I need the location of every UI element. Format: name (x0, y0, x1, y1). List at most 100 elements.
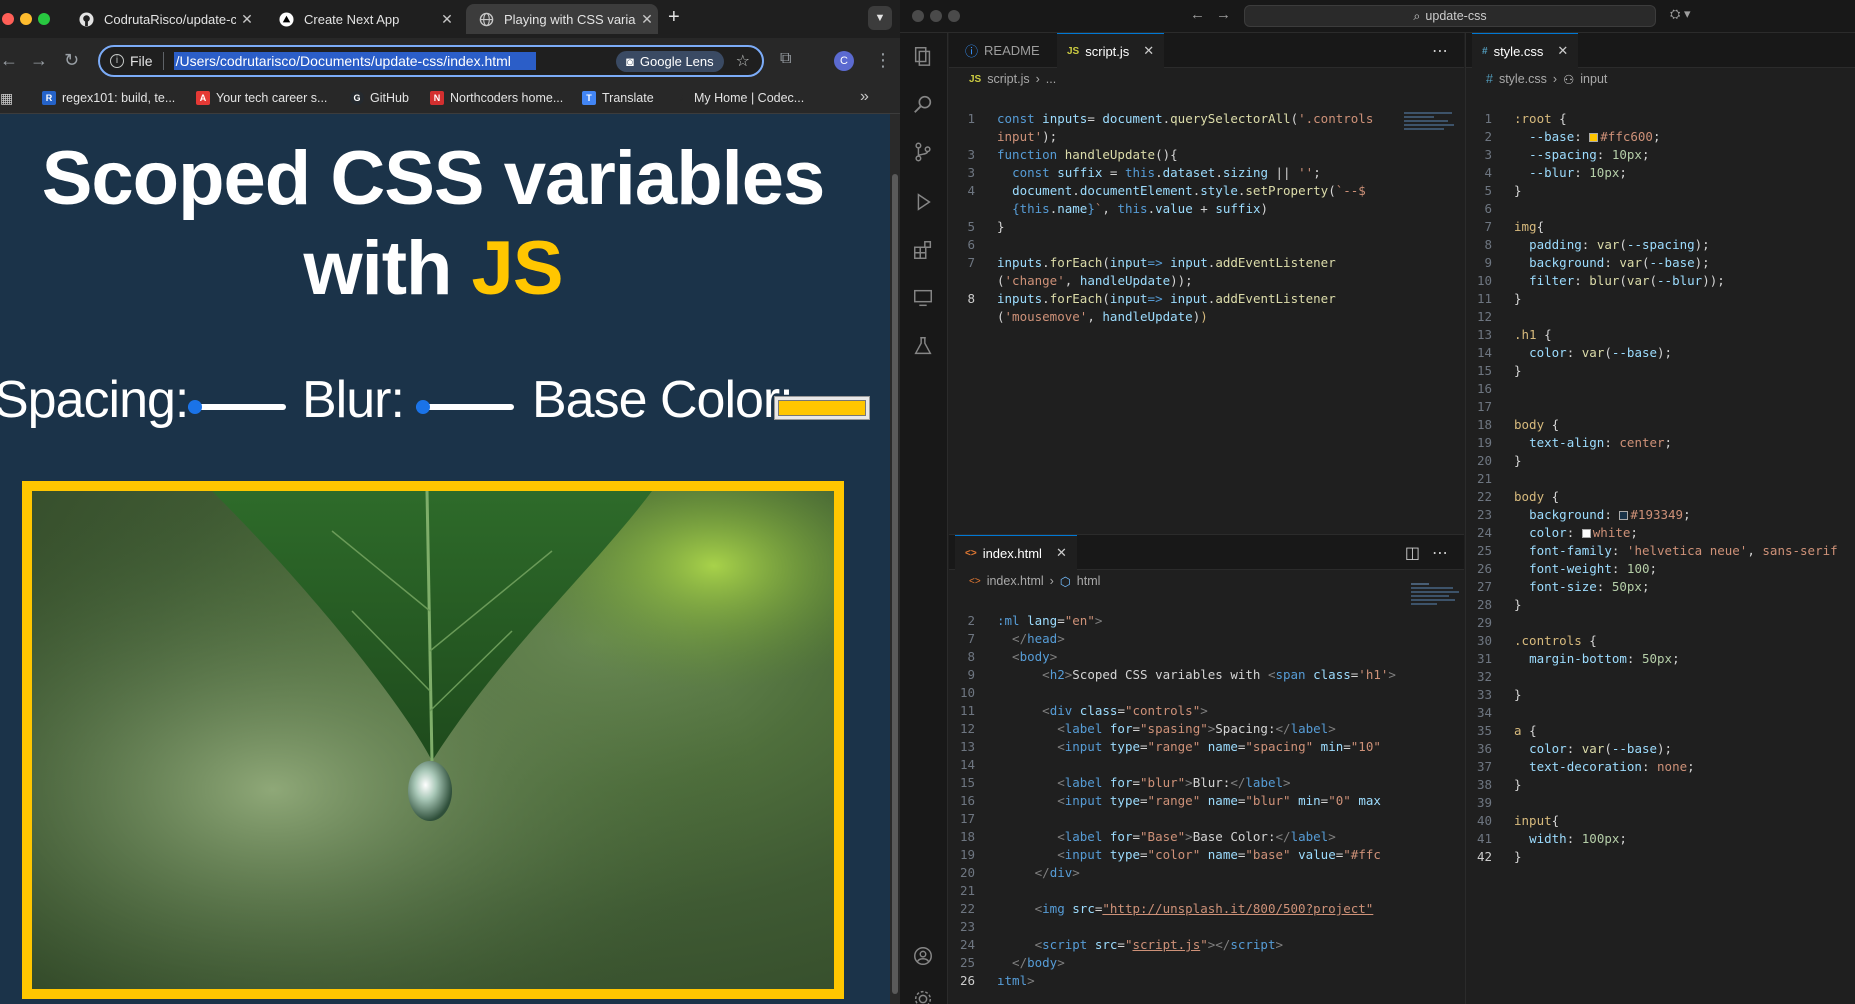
bookmark-item[interactable]: G GitHub (350, 91, 409, 105)
breadcrumb-file[interactable]: style.css (1499, 72, 1547, 86)
minimap[interactable] (1404, 110, 1459, 150)
bookmark-item[interactable]: T Translate (582, 91, 654, 105)
bookmark-label: GitHub (370, 91, 409, 105)
bookmark-item[interactable]: M My Home | Codec... (674, 91, 804, 105)
tab-script-js[interactable]: JS script.js ✕ (1057, 33, 1165, 68)
more-actions-icon[interactable]: ⋯ (1432, 543, 1448, 563)
tab-style-css[interactable]: # style.css ✕ (1472, 33, 1579, 68)
code-line: 5} (949, 218, 1464, 236)
explorer-icon[interactable] (912, 45, 936, 69)
account-icon[interactable] (912, 945, 936, 969)
close-tab-icon[interactable]: ✕ (1557, 43, 1568, 59)
scrollbar-thumb[interactable] (892, 174, 898, 994)
close-tab-icon[interactable]: ✕ (236, 11, 258, 28)
browser-tab-next[interactable]: Create Next App ✕ (266, 4, 458, 34)
vscode-minimize-dot[interactable] (930, 10, 942, 22)
code-editor[interactable]: 2:ml lang="en"> 7 </head> 8 <body> 9 <h2>Sc… (949, 594, 1400, 1004)
bookmark-item[interactable]: R regex101: build, te... (42, 91, 175, 105)
code-line: ('mousemove', handleUpdate)) (997, 309, 1208, 324)
bookmark-item[interactable]: A Your tech career s... (196, 91, 327, 105)
vscode-close-dot[interactable] (912, 10, 924, 22)
bookmarks-bar: ▦ R regex101: build, te... A Your tech c… (0, 84, 900, 114)
vscode-maximize-dot[interactable] (948, 10, 960, 22)
close-tab-icon[interactable]: ✕ (436, 11, 458, 28)
url-scheme: File (130, 53, 153, 69)
breadcrumb-file[interactable]: index.html (987, 574, 1044, 588)
source-control-icon[interactable] (912, 141, 936, 165)
extensions-icon[interactable]: ⧉ (780, 50, 791, 68)
bookmark-label: regex101: build, te... (62, 91, 176, 105)
breadcrumb: # style.css › ⚇ input (1466, 68, 1855, 90)
extensions-icon[interactable] (912, 239, 936, 263)
maximize-window-button[interactable] (38, 13, 50, 25)
manage-gear-icon[interactable] (912, 988, 936, 1004)
google-lens-button[interactable]: ◙ Google Lens (616, 50, 724, 72)
profile-avatar[interactable]: C (834, 51, 854, 71)
command-center-search[interactable]: ⌕ update-css (1244, 5, 1656, 27)
copilot-icon[interactable]: ⛭ ▾ (1670, 6, 1691, 22)
apps-grid-icon[interactable]: ▦ (0, 90, 13, 107)
tab-title: Playing with CSS variables an (504, 11, 636, 27)
forward-arrow-icon[interactable]: → (30, 50, 48, 71)
line-number: 6 (967, 237, 975, 252)
tab-title: Create Next App (304, 11, 400, 27)
info-icon[interactable]: i (110, 54, 124, 68)
code-editor[interactable]: 1:root {2 --base: #ffc600; 3 --spacing: 1… (1466, 92, 1855, 902)
more-actions-icon[interactable]: ⋯ (1432, 41, 1448, 61)
bookmark-favicon: R (42, 91, 56, 105)
controls: Spacing: Blur: Base Color: (0, 370, 874, 440)
code-editor[interactable]: 1 const inputs= document.querySelectorAll… (949, 92, 1464, 362)
bookmark-item[interactable]: N Northcoders home... (430, 91, 563, 105)
back-arrow-icon[interactable]: ← (1190, 6, 1205, 23)
reload-icon[interactable]: ↻ (64, 50, 79, 71)
selector-icon: ⚇ (1563, 72, 1575, 87)
chevron-down-icon: ▼ (874, 12, 886, 24)
testing-flask-icon[interactable] (912, 335, 936, 359)
remote-explorer-icon[interactable] (912, 287, 936, 311)
browser-tab-active[interactable]: Playing with CSS variables an ✕ (466, 4, 658, 34)
blur-slider[interactable] (416, 400, 514, 414)
chevron-right-icon: › (1035, 72, 1040, 86)
back-arrow-icon[interactable]: ← (0, 50, 18, 71)
minimap[interactable] (1411, 581, 1464, 621)
line-number: 3 (967, 147, 975, 162)
forward-arrow-icon[interactable]: → (1216, 6, 1231, 23)
base-color-picker[interactable] (774, 396, 870, 420)
spacing-slider[interactable] (188, 400, 286, 414)
close-tab-icon[interactable]: ✕ (1143, 43, 1154, 59)
breadcrumb-selector[interactable]: input (1580, 72, 1607, 86)
search-icon[interactable] (912, 93, 936, 117)
breadcrumb-file[interactable]: script.js (987, 72, 1029, 86)
line-number: 7 (967, 255, 975, 270)
html-file-icon: <> (965, 547, 977, 559)
page-scrollbar[interactable] (890, 114, 900, 1004)
slider-thumb[interactable] (188, 400, 202, 414)
close-window-button[interactable] (2, 13, 14, 25)
lens-label: Google Lens (639, 53, 714, 69)
run-debug-icon[interactable] (912, 191, 936, 215)
slider-thumb[interactable] (416, 400, 430, 414)
tab-index-html[interactable]: <> index.html ✕ (955, 535, 1077, 570)
menu-kebab-icon[interactable]: ⋮ (874, 50, 892, 71)
address-bar[interactable]: i File /Users/codrutarisco/Documents/upd… (98, 45, 764, 77)
base-color-label: Base Color: (532, 371, 794, 429)
breadcrumb: <> index.html › ⬡ html (949, 570, 1464, 592)
editor-tabs: ⓘ README JS script.js ✕ ⋯ (949, 33, 1464, 68)
omnibox-divider (162, 52, 164, 70)
close-tab-icon[interactable]: ✕ (636, 11, 658, 28)
tab-label: style.css (1493, 43, 1544, 59)
close-tab-icon[interactable]: ✕ (1056, 545, 1067, 561)
minimize-window-button[interactable] (20, 13, 32, 25)
image-frame (22, 481, 844, 999)
browser-tab-github[interactable]: CodrutaRisco/update-css ✕ (66, 4, 258, 34)
bookmark-star-icon[interactable]: ☆ (736, 51, 750, 71)
tab-readme[interactable]: ⓘ README (955, 33, 1050, 68)
split-editor-icon[interactable]: ◫ (1405, 543, 1420, 563)
breadcrumb-more[interactable]: ... (1046, 72, 1056, 86)
url-text[interactable]: /Users/codrutarisco/Documents/update-css… (173, 52, 537, 70)
breadcrumb-element[interactable]: html (1077, 574, 1101, 588)
line-number: 3 (967, 165, 975, 180)
tab-search-button[interactable]: ▼ (868, 6, 892, 30)
bookmarks-overflow-button[interactable]: » (860, 88, 869, 106)
new-tab-button[interactable]: + (668, 6, 680, 29)
